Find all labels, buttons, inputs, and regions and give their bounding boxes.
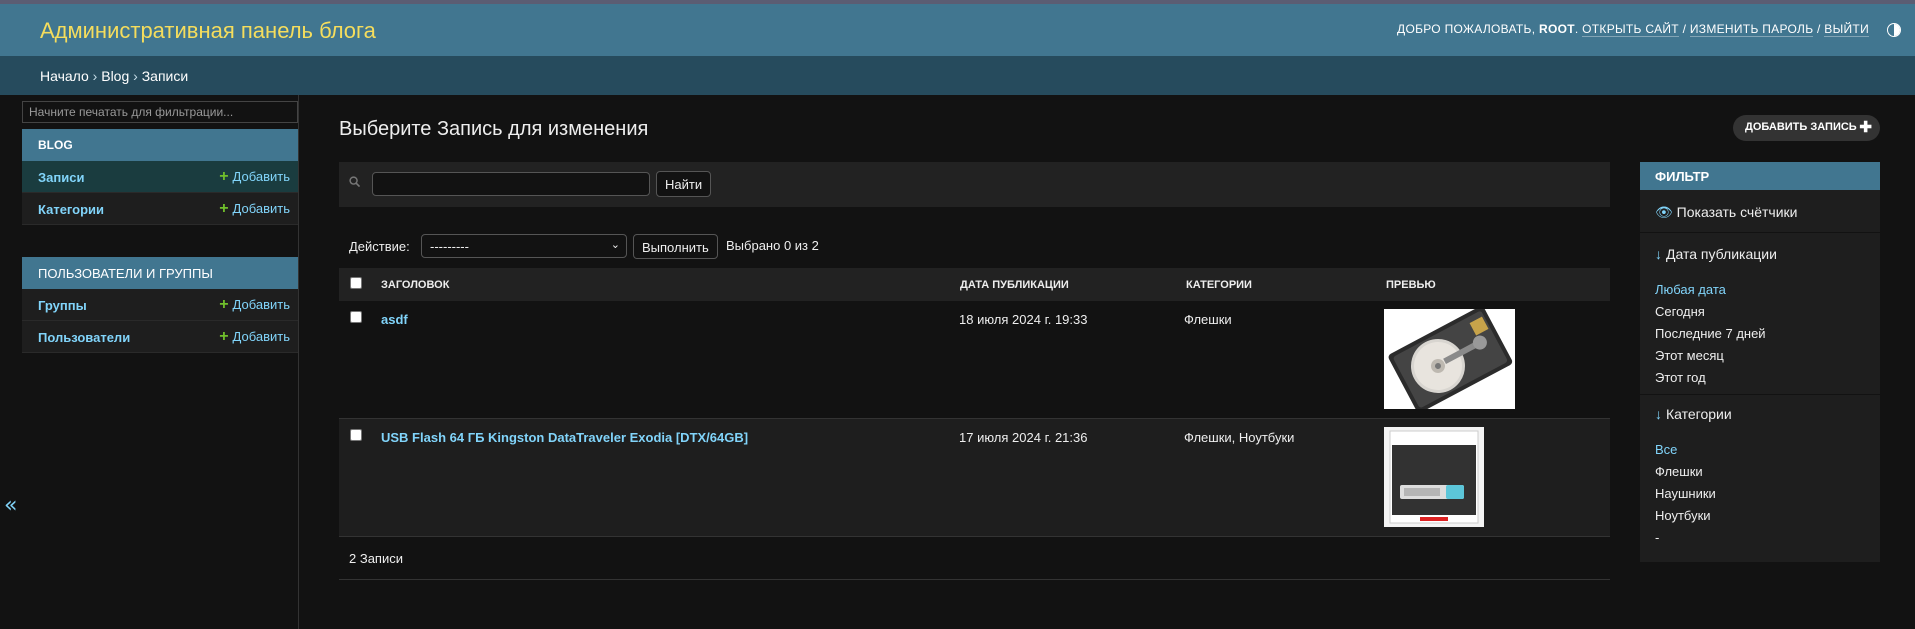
column-header-preview: Превью (1386, 279, 1436, 291)
filter-date-option[interactable]: Последние 7 дней (1655, 326, 1766, 341)
run-action-button[interactable]: Выполнить (633, 234, 718, 259)
hard-drive-image (1384, 309, 1515, 409)
add-user-link[interactable]: + Добавить (219, 328, 290, 345)
filter-caption: Фильтр (1640, 162, 1880, 190)
sidebar-item-label[interactable]: Записи (38, 170, 84, 185)
plus-icon: ✚ (1859, 119, 1872, 136)
collapse-icon[interactable]: « (4, 493, 17, 518)
site-header: Административная панель блога Добро пожа… (0, 4, 1915, 56)
arrow-down-icon: ↓ (1655, 406, 1662, 422)
sidebar-item-label[interactable]: Пользователи (38, 330, 130, 345)
plus-icon: + (219, 328, 229, 345)
theme-toggle-icon[interactable] (1887, 23, 1901, 37)
plus-icon: + (219, 296, 229, 313)
search-toolbar: Найти (339, 162, 1610, 207)
nav-sidebar: Начните печатать для фильтрации... Blog … (22, 95, 299, 629)
filter-category-option[interactable]: Наушники (1655, 486, 1716, 501)
filter-divider (1640, 232, 1880, 233)
breadcrumb-current: Записи (141, 68, 189, 84)
sidebar-item-groups[interactable]: Группы + Добавить (22, 289, 298, 321)
column-header-title[interactable]: Заголовок (381, 279, 449, 291)
filter-date-option[interactable]: Этот месяц (1655, 348, 1724, 363)
module-auth: Пользователи и группы Группы + Добавить П… (22, 257, 298, 353)
sidebar-item-posts[interactable]: Записи + Добавить (22, 161, 298, 193)
filter-category-option[interactable]: - (1655, 530, 1659, 545)
logout-link[interactable]: Выйти (1824, 22, 1869, 37)
filter-date-option[interactable]: Этот год (1655, 370, 1706, 385)
module-caption-blog[interactable]: Blog (22, 129, 298, 161)
row-title-link[interactable]: USB Flash 64 ГБ Kingston DataTraveler Ex… (381, 430, 748, 445)
add-category-link[interactable]: + Добавить (219, 200, 290, 217)
change-password-link[interactable]: Изменить пароль (1689, 22, 1814, 37)
preview-image (1384, 427, 1484, 527)
column-header-date[interactable]: Дата публикации (960, 279, 1069, 291)
row-checkbox[interactable] (350, 429, 362, 441)
row-date: 17 июля 2024 г. 21:36 (959, 430, 1088, 445)
action-select-value: --------- (430, 239, 469, 254)
module-blog: Blog Записи + Добавить Категории + Добавит… (22, 129, 298, 225)
column-header-categories: Категории (1186, 279, 1252, 291)
filter-category-option[interactable]: Флешки (1655, 464, 1703, 479)
filter-divider (1640, 394, 1880, 395)
chevron-down-icon: ⌄ (610, 239, 620, 251)
search-button[interactable]: Найти (656, 171, 712, 197)
welcome-text: Добро пожаловать, (1397, 22, 1536, 36)
sidebar-item-label[interactable]: Категории (38, 202, 104, 217)
breadcrumb: Начало › Blog › Записи (0, 56, 1915, 95)
usb-flash-package-image (1384, 427, 1484, 527)
sidebar-item-users[interactable]: Пользователи + Добавить (22, 321, 298, 353)
breadcrumb-app[interactable]: Blog (101, 68, 129, 84)
plus-icon: + (219, 200, 229, 217)
row-categories: Флешки, Ноутбуки (1184, 430, 1295, 445)
filter-categories-title[interactable]: ↓ Категории (1655, 406, 1732, 422)
view-site-link[interactable]: Открыть сайт (1582, 22, 1679, 37)
add-group-link[interactable]: + Добавить (219, 296, 290, 313)
row-checkbox[interactable] (350, 311, 362, 323)
add-post-button[interactable]: Добавить запись ✚ (1733, 115, 1880, 141)
row-date: 18 июля 2024 г. 19:33 (959, 312, 1088, 327)
paginator: 2 Записи (339, 538, 1610, 580)
changelist-filter: Фильтр 👁 Показать счётчики ↓ Дата публика… (1640, 162, 1880, 562)
selected-counter: Выбрано 0 из 2 (726, 238, 819, 253)
filter-date-title[interactable]: ↓ Дата публикации (1655, 246, 1777, 262)
show-counts-link[interactable]: 👁 Показать счётчики (1655, 204, 1797, 221)
filter-category-option[interactable]: Ноутбуки (1655, 508, 1711, 523)
table-row: asdf 18 июля 2024 г. 19:33 Флешки (339, 301, 1610, 419)
table-header: Заголовок Дата публикации Категории Прев… (339, 268, 1610, 301)
row-categories: Флешки (1184, 312, 1232, 327)
module-caption-auth[interactable]: Пользователи и группы (22, 257, 298, 289)
action-label: Действие: (349, 239, 410, 254)
action-select[interactable]: --------- ⌄ (421, 234, 627, 258)
plus-icon: + (219, 168, 229, 185)
select-all-checkbox[interactable] (350, 277, 362, 289)
nav-filter-input[interactable]: Начните печатать для фильтрации... (22, 101, 298, 123)
add-post-link[interactable]: + Добавить (219, 168, 290, 185)
filter-date-option[interactable]: Сегодня (1655, 304, 1705, 319)
filter-category-option[interactable]: Все (1655, 442, 1677, 457)
sidebar-item-label[interactable]: Группы (38, 298, 87, 313)
arrow-down-icon: ↓ (1655, 246, 1662, 262)
user-tools: Добро пожаловать, root. Открыть сайт / И… (1397, 22, 1869, 37)
search-input[interactable] (372, 172, 650, 196)
table-row: USB Flash 64 ГБ Kingston DataTraveler Ex… (339, 419, 1610, 537)
filter-date-option[interactable]: Любая дата (1655, 282, 1726, 297)
breadcrumb-home[interactable]: Начало (40, 68, 89, 84)
sidebar-item-categories[interactable]: Категории + Добавить (22, 193, 298, 225)
results-table: Заголовок Дата публикации Категории Прев… (339, 268, 1610, 537)
username: root (1538, 22, 1575, 36)
preview-image (1384, 309, 1515, 409)
page-title: Выберите Запись для изменения (339, 118, 649, 140)
eye-icon: 👁 (1655, 204, 1673, 220)
site-brand[interactable]: Административная панель блога (40, 18, 376, 44)
search-icon (349, 176, 360, 187)
row-title-link[interactable]: asdf (381, 312, 408, 327)
